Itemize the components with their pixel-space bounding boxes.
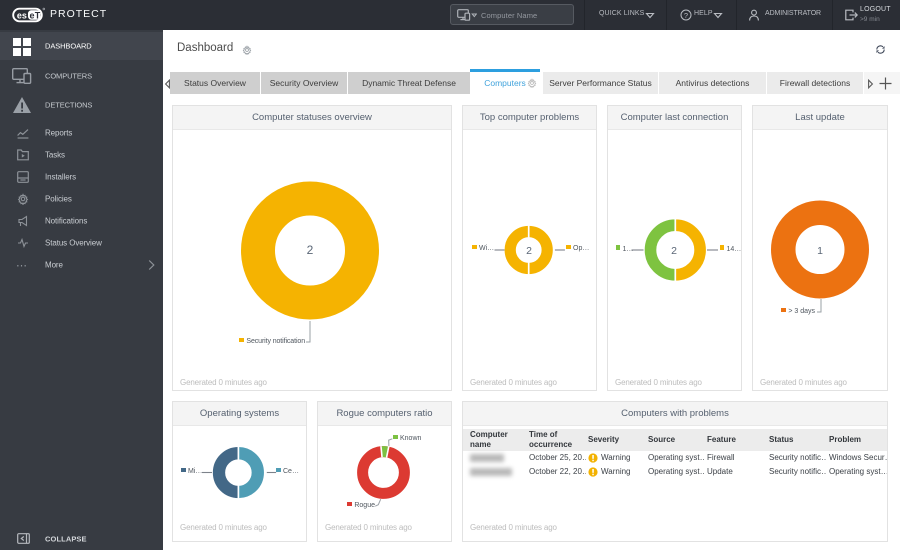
svg-text:e: e [30,10,35,20]
svg-text:?: ? [684,11,688,20]
svg-text:es: es [17,10,27,20]
svg-text:T: T [35,10,41,20]
